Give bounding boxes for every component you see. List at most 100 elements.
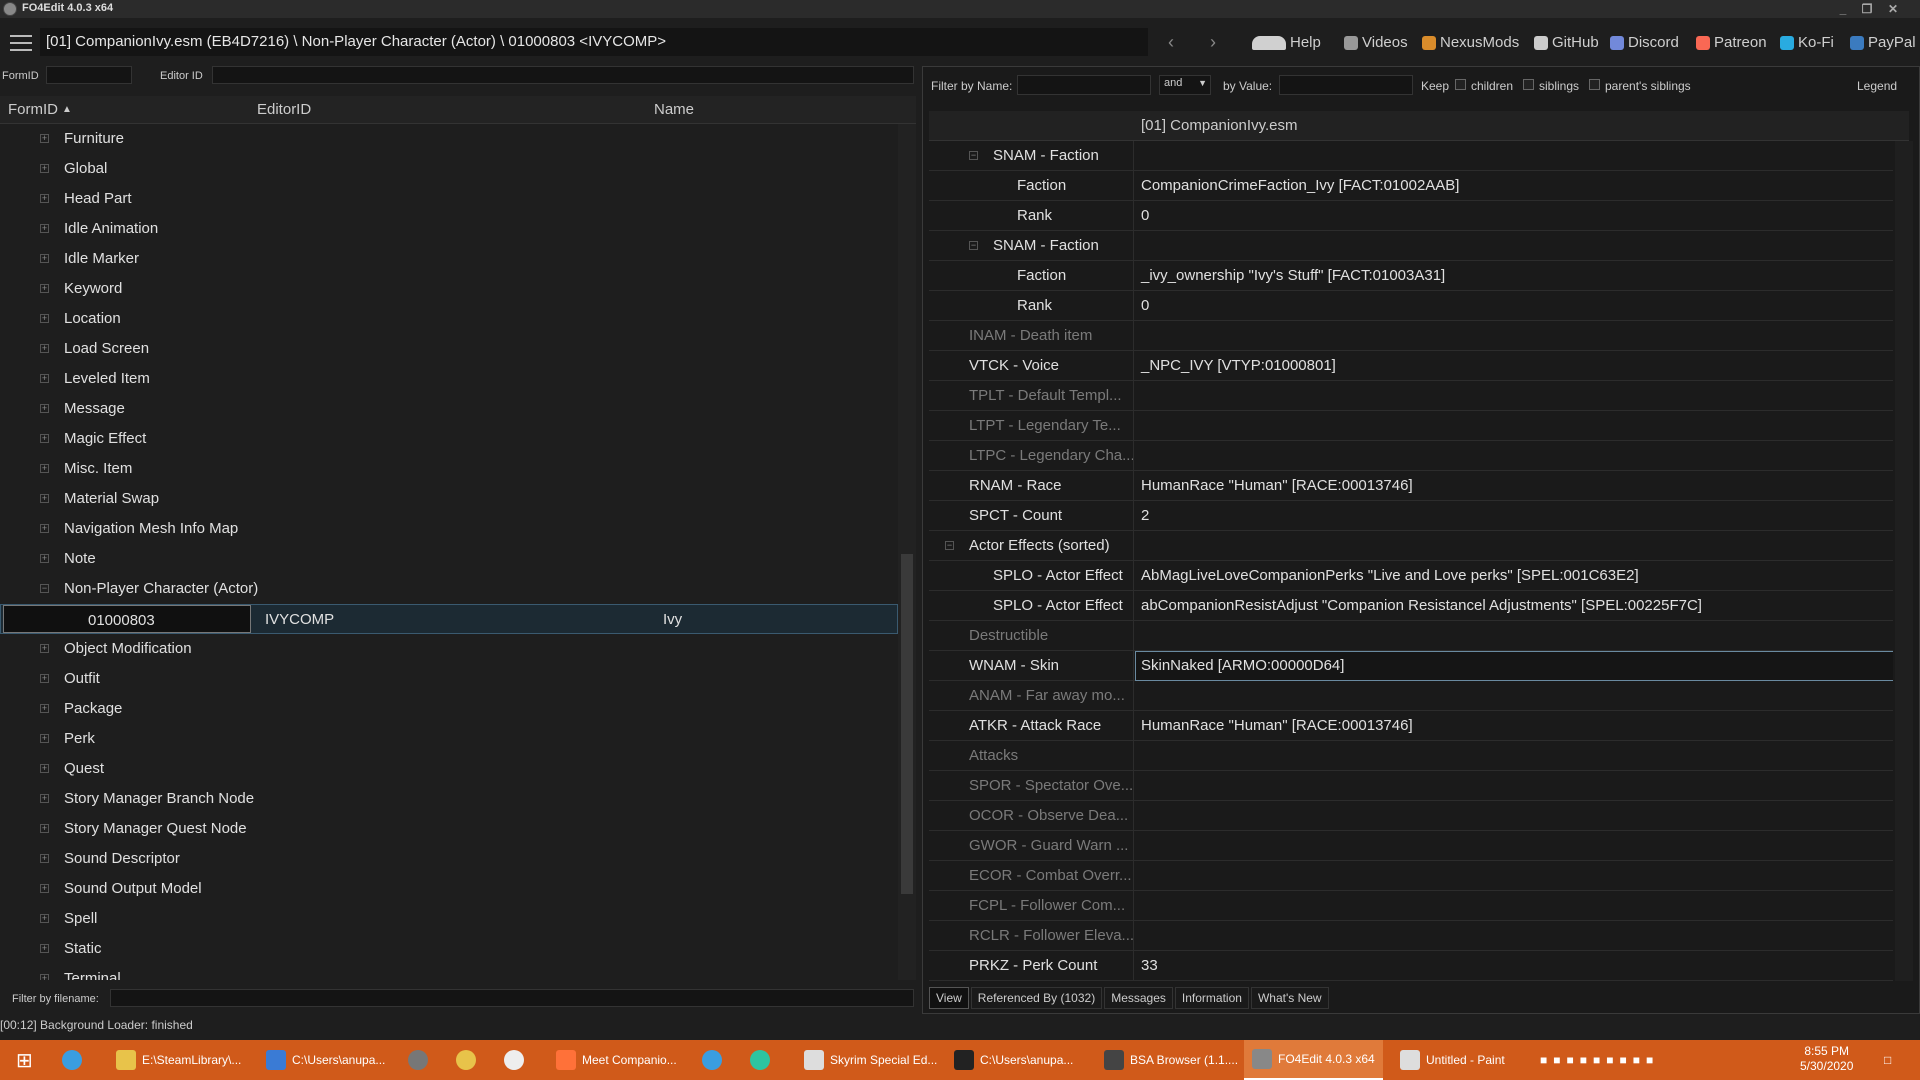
app-pinned-button[interactable] bbox=[750, 1040, 770, 1080]
menu-icon[interactable] bbox=[10, 35, 32, 51]
tree-group[interactable]: + Note bbox=[0, 544, 898, 574]
field-row[interactable]: ANAM - Far away mo... bbox=[929, 681, 1893, 711]
discord-link[interactable]: Discord bbox=[1610, 34, 1679, 51]
field-row[interactable]: Rank 0 bbox=[929, 291, 1893, 321]
and-or-select[interactable]: and ▼ bbox=[1159, 75, 1211, 95]
parents-siblings-checkbox[interactable] bbox=[1589, 79, 1600, 90]
minimize-button[interactable]: _ bbox=[1832, 0, 1854, 18]
taskbar-item[interactable]: Meet Companio... bbox=[548, 1040, 685, 1080]
restore-button[interactable]: ❐ bbox=[1856, 0, 1878, 18]
tray-icons[interactable]: ■■■■■■■■■ bbox=[1540, 1040, 1659, 1080]
filter-by-name-input[interactable] bbox=[1017, 75, 1151, 95]
expand-icon[interactable]: + bbox=[40, 434, 49, 443]
tree-group[interactable]: + Message bbox=[0, 394, 898, 424]
tab-what-s-new[interactable]: What's New bbox=[1250, 987, 1329, 1009]
tree-group[interactable]: + Object Modification bbox=[0, 634, 898, 664]
tree-group[interactable]: + Misc. Item bbox=[0, 454, 898, 484]
field-row[interactable]: INAM - Death item bbox=[929, 321, 1893, 351]
expand-icon[interactable]: + bbox=[40, 704, 49, 713]
field-row[interactable]: Attacks bbox=[929, 741, 1893, 771]
field-row[interactable]: − Actor Effects (sorted) bbox=[929, 531, 1893, 561]
field-row[interactable]: PRKZ - Perk Count 33 bbox=[929, 951, 1893, 981]
expand-icon[interactable]: + bbox=[40, 644, 49, 653]
tree-group[interactable]: + Story Manager Quest Node bbox=[0, 814, 898, 844]
expand-icon[interactable]: + bbox=[40, 494, 49, 503]
tree-scrollbar[interactable] bbox=[898, 124, 916, 980]
tree-group[interactable]: + Story Manager Branch Node bbox=[0, 784, 898, 814]
siblings-checkbox[interactable] bbox=[1523, 79, 1534, 90]
edge-button[interactable] bbox=[62, 1040, 82, 1080]
tree-group[interactable]: + Package bbox=[0, 694, 898, 724]
collapse-icon[interactable]: − bbox=[969, 241, 978, 250]
field-row[interactable]: SPOR - Spectator Ove... bbox=[929, 771, 1893, 801]
field-row[interactable]: SPCT - Count 2 bbox=[929, 501, 1893, 531]
field-row[interactable]: LTPT - Legendary Te... bbox=[929, 411, 1893, 441]
tree-group[interactable]: + Static bbox=[0, 934, 898, 964]
tab-information[interactable]: Information bbox=[1174, 987, 1249, 1009]
expand-icon[interactable]: + bbox=[40, 734, 49, 743]
taskbar-item[interactable]: C:\Users\anupa... bbox=[258, 1040, 393, 1080]
tree-group[interactable]: + Outfit bbox=[0, 664, 898, 694]
expand-icon[interactable]: + bbox=[40, 974, 49, 980]
taskbar-item[interactable]: FO4Edit 4.0.3 x64 bbox=[1244, 1040, 1383, 1080]
expand-icon[interactable]: + bbox=[40, 854, 49, 863]
tree-group[interactable]: + Quest bbox=[0, 754, 898, 784]
field-row[interactable]: GWOR - Guard Warn ... bbox=[929, 831, 1893, 861]
taskbar-item[interactable]: E:\SteamLibrary\... bbox=[108, 1040, 249, 1080]
expand-icon[interactable]: + bbox=[40, 254, 49, 263]
tab-messages[interactable]: Messages bbox=[1104, 987, 1173, 1009]
expand-icon[interactable]: + bbox=[40, 374, 49, 383]
tab-view[interactable]: View bbox=[929, 987, 969, 1009]
store-pinned-button[interactable] bbox=[408, 1040, 428, 1080]
close-button[interactable]: ✕ bbox=[1882, 0, 1904, 18]
expand-icon[interactable]: + bbox=[40, 524, 49, 533]
patreon-link[interactable]: Patreon bbox=[1696, 34, 1767, 51]
field-row[interactable]: RNAM - Race HumanRace "Human" [RACE:00013… bbox=[929, 471, 1893, 501]
tree-group[interactable]: + Material Swap bbox=[0, 484, 898, 514]
tree-group[interactable]: + Leveled Item bbox=[0, 364, 898, 394]
field-row[interactable]: LTPC - Legendary Cha... bbox=[929, 441, 1893, 471]
field-row[interactable]: RCLR - Follower Eleva... bbox=[929, 921, 1893, 951]
notifications-button[interactable]: □ bbox=[1884, 1040, 1891, 1080]
book-link[interactable]: Help bbox=[1252, 34, 1321, 51]
system-clock[interactable]: 8:55 PM 5/30/2020 bbox=[1800, 1044, 1853, 1074]
tree-group[interactable]: + Magic Effect bbox=[0, 424, 898, 454]
field-row[interactable]: VTCK - Voice _NPC_IVY [VTYP:01000801] bbox=[929, 351, 1893, 381]
tree-group[interactable]: − Non-Player Character (Actor) bbox=[0, 574, 898, 604]
filename-filter-input[interactable] bbox=[110, 989, 914, 1007]
field-row[interactable]: WNAM - Skin SkinNaked [ARMO:00000D64] bbox=[929, 651, 1893, 681]
expand-icon[interactable]: + bbox=[40, 554, 49, 563]
tree-group[interactable]: + Idle Animation bbox=[0, 214, 898, 244]
legend-button[interactable]: Legend bbox=[1857, 79, 1897, 93]
expand-icon[interactable]: + bbox=[40, 344, 49, 353]
field-row[interactable]: Rank 0 bbox=[929, 201, 1893, 231]
taskbar-item[interactable]: BSA Browser (1.1.... bbox=[1096, 1040, 1246, 1080]
forward-arrow-icon[interactable]: › bbox=[1210, 32, 1216, 53]
expand-icon[interactable]: + bbox=[40, 794, 49, 803]
expand-icon[interactable]: + bbox=[40, 164, 49, 173]
field-row[interactable]: SPLO - Actor Effect abCompanionResistAdju… bbox=[929, 591, 1893, 621]
tree-group[interactable]: + Sound Descriptor bbox=[0, 844, 898, 874]
tree-group[interactable]: + Global bbox=[0, 154, 898, 184]
expand-icon[interactable]: + bbox=[40, 824, 49, 833]
start-button[interactable]: ⊞ bbox=[16, 1040, 33, 1080]
tree-group[interactable]: + Navigation Mesh Info Map bbox=[0, 514, 898, 544]
field-row[interactable]: ECOR - Combat Overr... bbox=[929, 861, 1893, 891]
paypal-link[interactable]: PayPal bbox=[1850, 34, 1916, 51]
field-row[interactable]: TPLT - Default Templ... bbox=[929, 381, 1893, 411]
tab-referenced-by-1032[interactable]: Referenced By (1032) bbox=[970, 987, 1103, 1009]
tree-group[interactable]: + Load Screen bbox=[0, 334, 898, 364]
taskbar-item[interactable]: Skyrim Special Ed... bbox=[796, 1040, 945, 1080]
tree-scrollbar-thumb[interactable] bbox=[901, 554, 913, 894]
field-row[interactable]: OCOR - Observe Dea... bbox=[929, 801, 1893, 831]
field-row[interactable]: ATKR - Attack Race HumanRace "Human" [RAC… bbox=[929, 711, 1893, 741]
expand-icon[interactable]: + bbox=[40, 224, 49, 233]
collapse-icon[interactable]: − bbox=[40, 584, 49, 593]
back-arrow-icon[interactable]: ‹ bbox=[1168, 32, 1174, 53]
expand-icon[interactable]: + bbox=[40, 914, 49, 923]
expand-icon[interactable]: + bbox=[40, 944, 49, 953]
editorid-filter-input[interactable] bbox=[212, 66, 914, 84]
expand-icon[interactable]: + bbox=[40, 884, 49, 893]
collapse-icon[interactable]: − bbox=[945, 541, 954, 550]
expand-icon[interactable]: + bbox=[40, 284, 49, 293]
